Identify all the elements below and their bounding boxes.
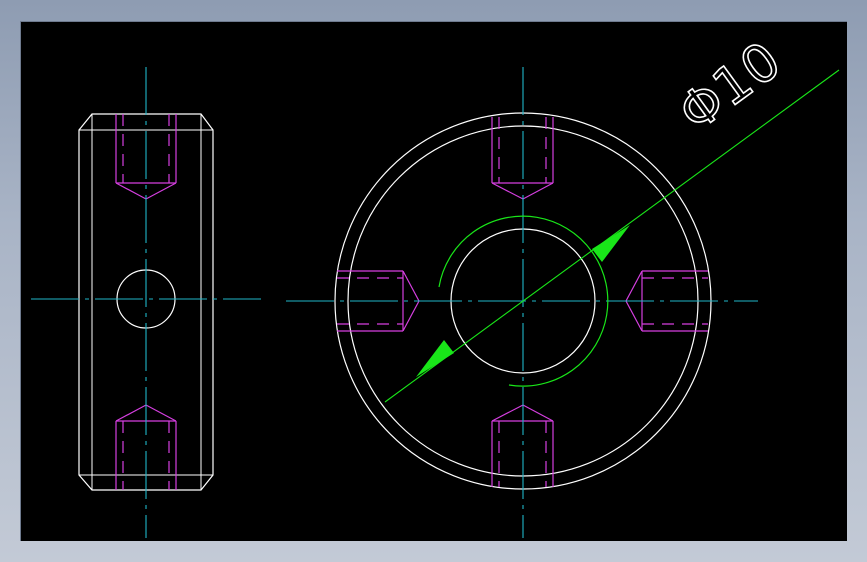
- dimension-arrow-lower: [416, 340, 454, 377]
- cad-drawing: Φ10: [31, 29, 840, 538]
- dimension-text: Φ10: [668, 30, 792, 143]
- dimension-arrow-upper: [592, 225, 630, 262]
- side-view-centerlines: [31, 67, 261, 538]
- cad-viewport[interactable]: Φ10: [20, 21, 847, 541]
- side-view: [31, 67, 261, 538]
- front-view-centerlines: [286, 67, 758, 538]
- diameter-dimension: Φ10: [384, 29, 840, 403]
- front-view: Φ10: [286, 29, 840, 538]
